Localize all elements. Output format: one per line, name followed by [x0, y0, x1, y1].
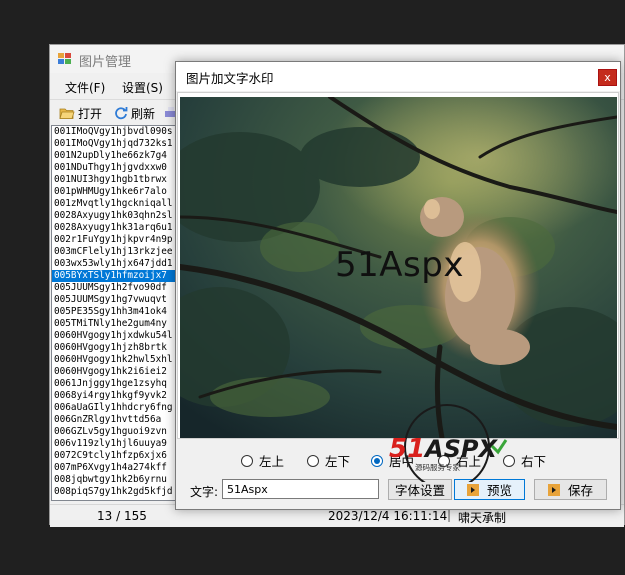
file-list-item[interactable]: 001NUI3hgy1hgb1tbrwx	[52, 174, 176, 186]
file-list-item[interactable]: 005JUUMSgy1hg7vwuqvt	[52, 294, 176, 306]
status-time: 2023/12/4 16:11:14	[328, 509, 448, 523]
open-button[interactable]: 打开	[59, 104, 102, 122]
file-list-item[interactable]: 0068yi4rgy1hkgf9yvk2	[52, 390, 176, 402]
refresh-button[interactable]: 刷新	[114, 104, 155, 122]
file-list-item[interactable]: 001NDuThgy1hjgvdxxw0	[52, 162, 176, 174]
file-list-item[interactable]: 0060HVgogy1hjxdwku54l	[52, 330, 176, 342]
dialog-close-button[interactable]: x	[598, 69, 617, 86]
radio-circle-checked	[371, 454, 383, 467]
file-list-item[interactable]: 003wx53wly1hjx647jdd1	[52, 258, 176, 270]
folder-open-icon	[59, 108, 75, 119]
file-list-item[interactable]: 0061Jnjggy1hge1zsyhq	[52, 378, 176, 390]
radio-circle	[307, 454, 319, 467]
file-list-item[interactable]: 006v119zly1hjl6uuya9	[52, 438, 176, 450]
watermark-dialog: 图片加文字水印 x 51Aspx 左上 左下 居中 右上 右下 文字: 51As…	[175, 61, 621, 510]
file-list-item[interactable]: 0028Axyugy1hk03qhn2sl	[52, 210, 176, 222]
file-list-item[interactable]: 005TMiTNly1he2gum4ny	[52, 318, 176, 330]
radio-top-left[interactable]: 左上	[241, 451, 284, 470]
file-list-item[interactable]: 0028Axyugy1hk31arq6u1	[52, 222, 176, 234]
preview-button-label: 预览	[486, 483, 512, 498]
file-list-item[interactable]: 001IMoQVgy1hjbvdl090s	[52, 126, 176, 138]
font-settings-button[interactable]: 字体设置	[388, 479, 452, 500]
menu-file[interactable]: 文件(F)	[62, 79, 108, 96]
watermark-text-overlay: 51Aspx	[335, 245, 464, 285]
file-list-item[interactable]: 006aUaGIly1hhdcry6fng	[52, 402, 176, 414]
main-window-title: 图片管理	[79, 55, 132, 70]
status-author: 啸天承制	[458, 511, 507, 525]
refresh-icon	[115, 107, 128, 120]
file-list[interactable]: 001IMoQVgy1hjbvdl090s 001IMoQVgy1hjqd732k…	[51, 125, 177, 501]
radio-bottom-left[interactable]: 左下	[307, 451, 350, 470]
file-list-item[interactable]: 005PE35Sgy1hh3m41ok4	[52, 306, 176, 318]
radio-label: 右下	[521, 454, 547, 469]
watermark-text-label: 文字:	[190, 485, 219, 499]
refresh-button-label: 刷新	[131, 106, 156, 121]
play-arrow-icon	[466, 483, 479, 496]
file-list-item[interactable]: 001N2upDly1he66zk7g4	[52, 150, 176, 162]
app-icon	[58, 53, 71, 64]
watermark-text-input[interactable]	[222, 479, 379, 499]
file-list-item[interactable]: 001zMvqtly1hgckniqall	[52, 198, 176, 210]
logo-aspx: ASPX	[423, 435, 498, 463]
radio-label: 左上	[259, 454, 285, 469]
51aspx-logo: 51 ASPX 源码服务专家	[389, 404, 508, 482]
file-list-item[interactable]: 0060HVgogy1hk2hwl5xhl	[52, 354, 176, 366]
file-list-item[interactable]: 005BYxTSly1hfmzoijx7	[52, 270, 176, 282]
status-separator: |	[447, 508, 452, 522]
logo-51: 51	[389, 434, 425, 464]
radio-label: 左下	[325, 454, 351, 469]
file-list-item[interactable]: 008jqbwtgy1hk2b6yrnu	[52, 474, 176, 486]
preview-button[interactable]: 预览	[454, 479, 525, 500]
file-list-item[interactable]: 0060HVgogy1hk2i6iei2	[52, 366, 176, 378]
save-button[interactable]: 保存	[534, 479, 607, 500]
file-list-item[interactable]: 008piqS7gy1hk2gd5kfjd	[52, 486, 176, 498]
file-list-item[interactable]: 0060HVgogy1hjzh8brtk	[52, 342, 176, 354]
menu-settings[interactable]: 设置(S)	[119, 79, 166, 96]
logo-subtext: 源码服务专家	[415, 462, 460, 472]
file-list-item[interactable]: 0072C9tcly1hfzp6xjx6	[52, 450, 176, 462]
radio-circle	[241, 454, 253, 467]
file-list-item[interactable]: 002r1FuYgy1hjkpvr4n9p	[52, 234, 176, 246]
preview-frame: 51Aspx	[177, 92, 619, 439]
font-settings-label: 字体设置	[394, 483, 445, 498]
save-button-label: 保存	[567, 483, 593, 498]
file-list-item[interactable]: 006GnZRlgy1hvttd56a	[52, 414, 176, 426]
file-list-item[interactable]: 001pWHMUgy1hke6r7alo	[52, 186, 176, 198]
dialog-title: 图片加文字水印	[186, 71, 274, 86]
file-list-item[interactable]: 003mCFlely1hj13rkzjee	[52, 246, 176, 258]
play-arrow-icon	[547, 483, 560, 496]
status-counter: 13 / 155	[97, 509, 147, 523]
open-button-label: 打开	[78, 106, 103, 121]
file-list-item[interactable]: 001IMoQVgy1hjqd732ks1	[52, 138, 176, 150]
dialog-titlebar[interactable]: 图片加文字水印 x	[176, 62, 620, 91]
file-list-item[interactable]: 007mP6Xvgy1h4a274kff	[52, 462, 176, 474]
file-list-item[interactable]: 006GZLv5gy1hguoi9zvn	[52, 426, 176, 438]
file-list-item[interactable]: 005JUUMSgy1h2fvo90df	[52, 282, 176, 294]
